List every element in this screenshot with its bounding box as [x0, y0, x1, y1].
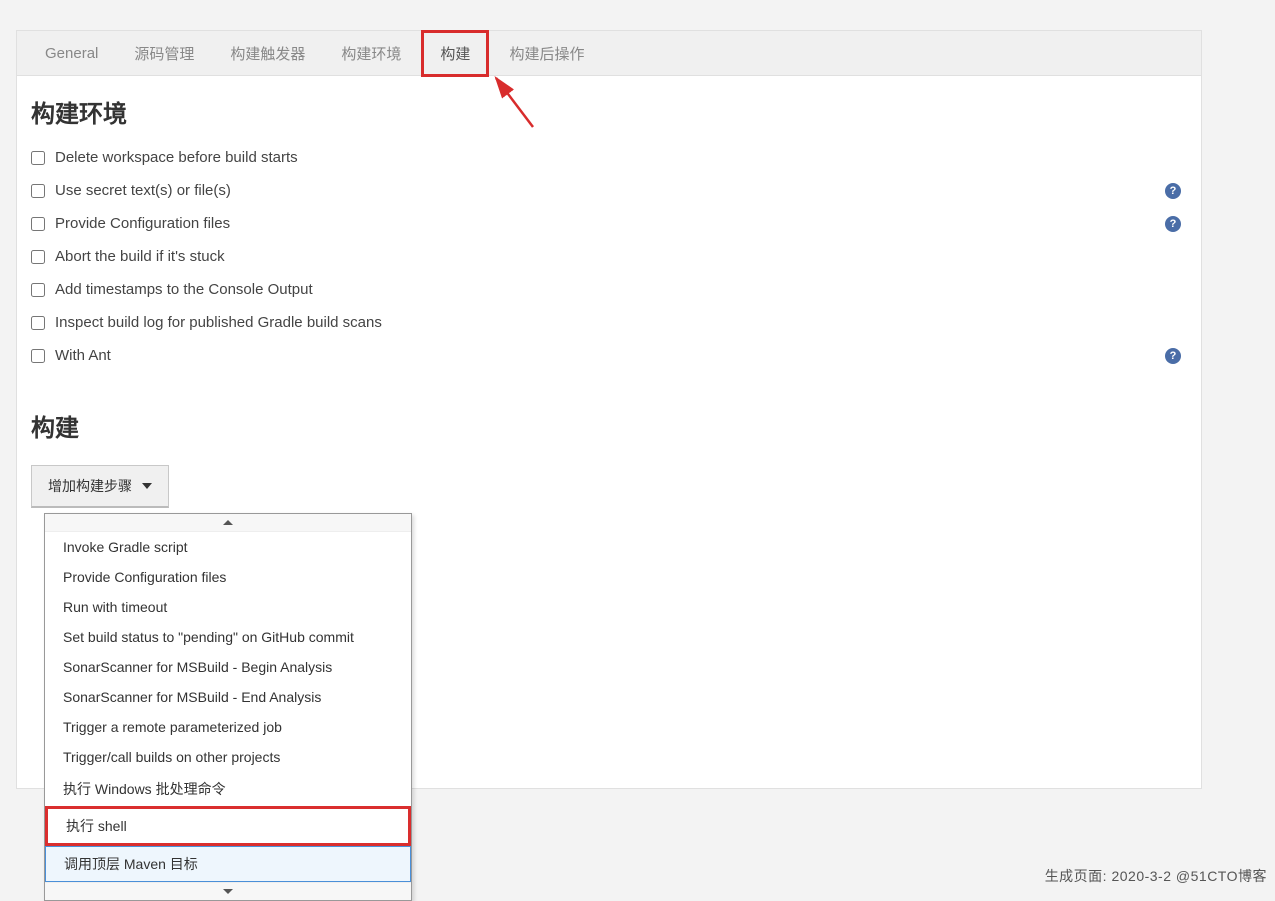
section-build-env-title: 构建环境 [17, 76, 1201, 141]
footer-watermark: @51CTO博客 [1176, 868, 1267, 884]
opt-with-ant: With Ant ? [31, 339, 1187, 372]
dropdown-scroll-up[interactable] [45, 514, 411, 532]
button-label: 增加构建步骤 [48, 476, 132, 496]
tab-general[interactable]: General [29, 35, 114, 72]
chevron-up-icon [223, 520, 233, 525]
opt-gradle-scans: Inspect build log for published Gradle b… [31, 306, 1187, 339]
dropdown-item-gradle[interactable]: Invoke Gradle script [45, 532, 411, 562]
tabs-bar: General 源码管理 构建触发器 构建环境 构建 构建后操作 [17, 31, 1201, 76]
opt-abort-stuck: Abort the build if it's stuck [31, 240, 1187, 273]
checkbox[interactable] [31, 217, 45, 231]
chevron-down-icon [142, 483, 152, 489]
dropdown-scroll-down[interactable] [45, 882, 411, 900]
checkbox[interactable] [31, 250, 45, 264]
footer-label: 生成页面: [1045, 868, 1107, 884]
tab-triggers[interactable]: 构建触发器 [214, 33, 321, 74]
build-step-dropdown: Invoke Gradle script Provide Configurati… [44, 513, 412, 901]
label: Abort the build if it's stuck [55, 248, 225, 265]
label: Use secret text(s) or file(s) [55, 182, 231, 199]
label: With Ant [55, 347, 111, 364]
dropdown-item-timeout[interactable]: Run with timeout [45, 592, 411, 622]
dropdown-item-github-pending[interactable]: Set build status to "pending" on GitHub … [45, 622, 411, 652]
opt-config-files: Provide Configuration files ? [31, 207, 1187, 240]
section-build-title: 构建 [17, 390, 1201, 455]
help-icon[interactable]: ? [1165, 183, 1181, 199]
label: Delete workspace before build starts [55, 149, 298, 166]
build-env-options: Delete workspace before build starts Use… [17, 141, 1201, 390]
tab-scm[interactable]: 源码管理 [118, 33, 210, 74]
checkbox[interactable] [31, 184, 45, 198]
label: Provide Configuration files [55, 215, 230, 232]
label: Add timestamps to the Console Output [55, 281, 313, 298]
checkbox[interactable] [31, 349, 45, 363]
dropdown-item-config-files[interactable]: Provide Configuration files [45, 562, 411, 592]
opt-timestamps: Add timestamps to the Console Output [31, 273, 1187, 306]
dropdown-item-trigger-call[interactable]: Trigger/call builds on other projects [45, 742, 411, 772]
checkbox[interactable] [31, 151, 45, 165]
opt-delete-workspace: Delete workspace before build starts [31, 141, 1187, 174]
tab-build[interactable]: 构建 [421, 30, 489, 77]
dropdown-item-sonar-end[interactable]: SonarScanner for MSBuild - End Analysis [45, 682, 411, 712]
help-icon[interactable]: ? [1165, 348, 1181, 364]
label: Inspect build log for published Gradle b… [55, 314, 382, 331]
checkbox[interactable] [31, 283, 45, 297]
dropdown-item-windows-batch[interactable]: 执行 Windows 批处理命令 [45, 772, 411, 806]
dropdown-item-sonar-begin[interactable]: SonarScanner for MSBuild - Begin Analysi… [45, 652, 411, 682]
tab-post-build[interactable]: 构建后操作 [493, 33, 600, 74]
dropdown-item-remote-job[interactable]: Trigger a remote parameterized job [45, 712, 411, 742]
dropdown-item-execute-shell[interactable]: 执行 shell [45, 806, 411, 846]
checkbox[interactable] [31, 316, 45, 330]
footer-date: 2020-3-2 [1111, 868, 1171, 884]
help-icon[interactable]: ? [1165, 216, 1181, 232]
dropdown-item-maven-top[interactable]: 调用顶层 Maven 目标 [45, 846, 411, 882]
page-footer: 生成页面: 2020-3-2 @51CTO博客 [1045, 866, 1267, 886]
tab-build-env[interactable]: 构建环境 [325, 33, 417, 74]
opt-secret-text: Use secret text(s) or file(s) ? [31, 174, 1187, 207]
add-build-step-button[interactable]: 增加构建步骤 [31, 465, 169, 508]
